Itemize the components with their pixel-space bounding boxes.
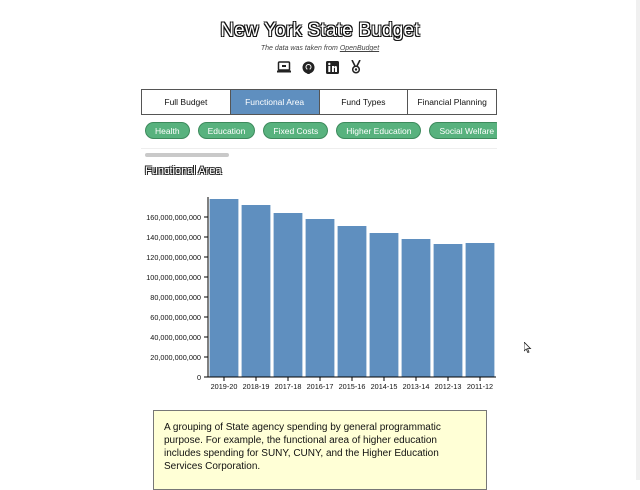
y-tick-label: 100,000,000,000	[146, 273, 201, 282]
bar	[305, 219, 335, 377]
x-tick-label: 2019-20	[211, 382, 238, 391]
bar	[401, 239, 431, 377]
category-pills: Health Education Fixed Costs Higher Educ…	[145, 122, 497, 140]
divider	[141, 148, 497, 149]
bar	[337, 226, 367, 377]
openbudget-link[interactable]: OpenBudget	[340, 45, 379, 52]
pill-higher-education[interactable]: Higher Education	[336, 122, 422, 139]
pill-health[interactable]: Health	[145, 122, 190, 139]
x-tick-label: 2016-17	[307, 382, 334, 391]
tab-functional-area[interactable]: Functional Area	[230, 90, 320, 114]
bar	[241, 205, 271, 377]
y-tick-label: 120,000,000,000	[146, 253, 201, 262]
chart-title: Functional Area	[145, 165, 222, 177]
y-tick-label: 160,000,000,000	[146, 213, 201, 222]
y-tick-label: 140,000,000,000	[146, 233, 201, 242]
pill-fixed-costs[interactable]: Fixed Costs	[263, 122, 329, 139]
description-box: A grouping of State agency spending by g…	[153, 410, 487, 490]
x-tick-label: 2011-12	[467, 382, 493, 391]
bar	[465, 243, 495, 377]
social-links	[0, 60, 640, 74]
bar	[433, 244, 463, 377]
mouse-cursor-icon	[524, 342, 532, 354]
laptop-icon[interactable]	[277, 60, 291, 74]
y-tick-label: 0	[197, 373, 201, 382]
subtitle-text: The data was taken from	[260, 45, 340, 52]
tab-fund-types[interactable]: Fund Types	[319, 90, 409, 114]
y-tick-label: 40,000,000,000	[150, 333, 201, 342]
x-tick-label: 2015-16	[339, 382, 366, 391]
bar-chart: 0 20,000,000,000 40,000,000,000 60,000,000,…	[146, 197, 496, 391]
x-tick-label: 2014-15	[371, 382, 398, 391]
pills-scrollbar[interactable]	[145, 153, 229, 157]
page-scrollbar[interactable]	[636, 0, 640, 480]
page-title: New York State Budget	[220, 20, 420, 41]
pill-social-welfare[interactable]: Social Welfare	[429, 122, 497, 139]
y-tick-label: 60,000,000,000	[150, 313, 201, 322]
subtitle: The data was taken from OpenBudget	[0, 45, 640, 52]
tab-full-budget[interactable]: Full Budget	[142, 90, 231, 114]
linkedin-icon[interactable]	[325, 60, 339, 74]
x-tick-label: 2018-19	[243, 382, 270, 391]
bar	[209, 199, 239, 377]
github-icon[interactable]	[301, 60, 315, 74]
bar	[369, 233, 399, 377]
y-tick-label: 80,000,000,000	[150, 293, 201, 302]
view-tabs: Full Budget Functional Area Fund Types F…	[141, 89, 497, 115]
bar	[273, 213, 303, 377]
tab-financial-planning[interactable]: Financial Planning	[408, 90, 496, 114]
trophy-icon[interactable]	[349, 60, 363, 74]
x-tick-label: 2012-13	[435, 382, 462, 391]
y-tick-label: 20,000,000,000	[150, 353, 201, 362]
x-tick-label: 2013-14	[403, 382, 430, 391]
x-tick-label: 2017-18	[275, 382, 302, 391]
pill-education[interactable]: Education	[197, 122, 256, 139]
